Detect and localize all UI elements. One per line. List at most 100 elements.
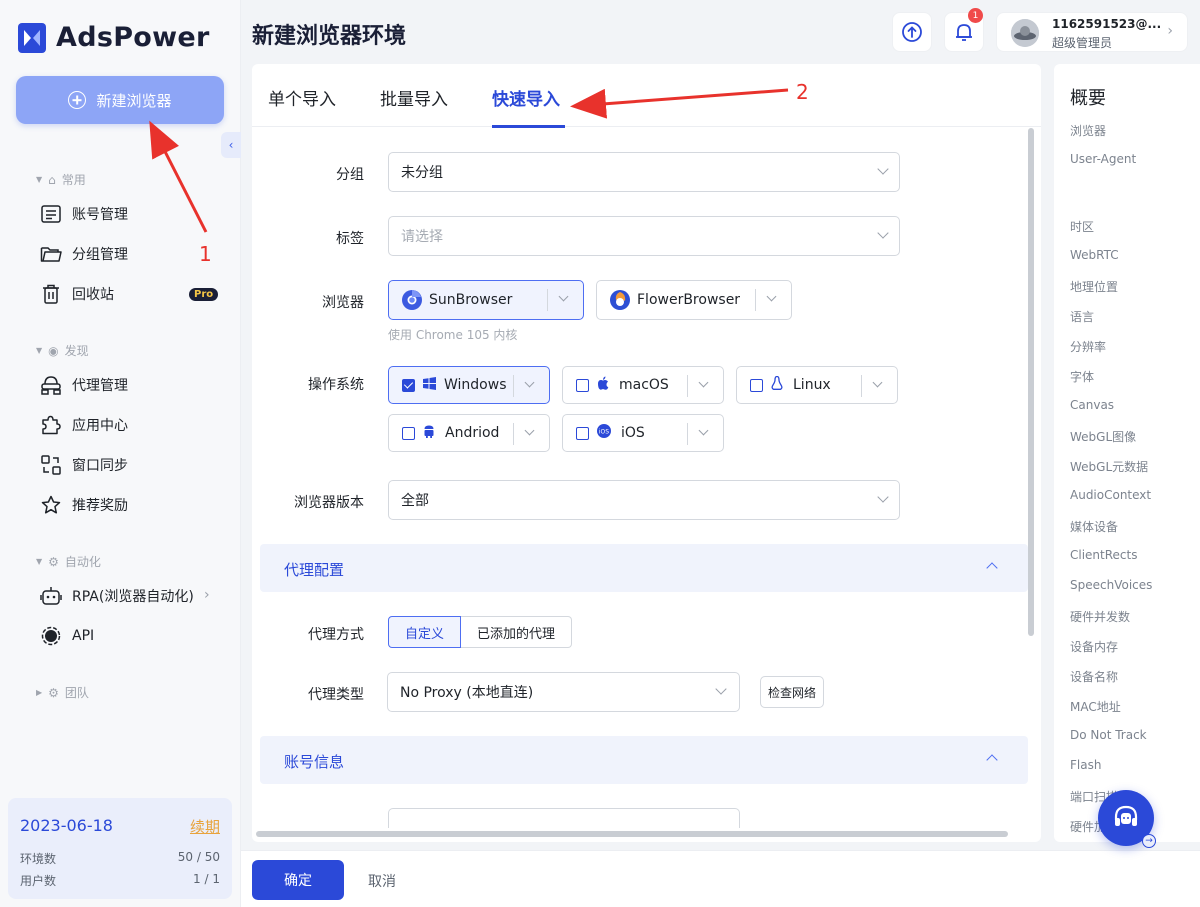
browser-version-select[interactable]: 全部 bbox=[388, 480, 900, 520]
chevron-right-icon: › bbox=[1167, 23, 1173, 39]
plus-circle-icon bbox=[68, 91, 87, 109]
checkbox-checked[interactable] bbox=[402, 378, 415, 392]
confirm-button[interactable]: 确定 bbox=[252, 860, 344, 900]
gear-icon: ⚙ bbox=[48, 685, 59, 700]
chevron-down-icon[interactable] bbox=[558, 291, 569, 302]
summary-item: ClientRects bbox=[1070, 548, 1138, 562]
sidebar: AdsPower 新建浏览器 ‹ ▼ ⌂ 常用 账号管理 分组管理 回收站 Pr… bbox=[0, 0, 241, 907]
notification-badge: 1 bbox=[968, 8, 983, 23]
vertical-scrollbar[interactable] bbox=[1028, 128, 1034, 636]
cancel-button[interactable]: 取消 bbox=[368, 871, 396, 891]
nav-accounts[interactable]: 账号管理 bbox=[40, 203, 128, 225]
account-field-partial[interactable] bbox=[388, 808, 740, 828]
section-automation[interactable]: ▼ ⚙ 自动化 bbox=[36, 553, 101, 570]
compass-icon: ◉ bbox=[48, 343, 59, 358]
nav-proxy[interactable]: 代理管理 bbox=[40, 374, 128, 396]
proxy-mode-toggle: 自定义 已添加的代理 bbox=[388, 616, 573, 648]
summary-item: 硬件并发数 bbox=[1070, 610, 1131, 624]
flowerbrowser-icon bbox=[610, 290, 630, 310]
nav-sync[interactable]: 窗口同步 bbox=[40, 454, 128, 476]
summary-item: User-Agent bbox=[1070, 152, 1137, 166]
chevron-down-icon[interactable] bbox=[766, 291, 777, 302]
checkbox[interactable] bbox=[576, 378, 589, 392]
user-menu[interactable]: 1162591523@... 超级管理员 › bbox=[996, 12, 1188, 52]
browser-label: 浏览器 bbox=[322, 295, 364, 311]
browser-core-hint: 使用 Chrome 105 内核 bbox=[388, 328, 518, 342]
annotation-number-1: 1 bbox=[199, 242, 212, 266]
summary-item: 分辨率 bbox=[1070, 340, 1107, 354]
proxy-mode-custom[interactable]: 自定义 bbox=[388, 616, 462, 648]
chevron-down-icon[interactable] bbox=[698, 377, 709, 388]
checkbox[interactable] bbox=[750, 378, 763, 392]
browser-option-sunbrowser[interactable]: SunBrowser bbox=[388, 280, 584, 320]
collapse-sidebar-button[interactable]: ‹ bbox=[221, 132, 241, 158]
os-option-windows[interactable]: Windows bbox=[388, 366, 550, 404]
os-option-ios[interactable]: iOS iOS bbox=[562, 414, 724, 452]
summary-item: 设备名称 bbox=[1070, 670, 1119, 684]
bell-icon bbox=[956, 24, 972, 41]
user-role: 超级管理员 bbox=[1052, 36, 1113, 50]
logo[interactable]: AdsPower bbox=[18, 22, 210, 53]
summary-panel: 概要 浏览器 User-Agent 时区 WebRTC 地理位置 语言 分辨率 … bbox=[1054, 64, 1200, 842]
chevron-up-icon[interactable] bbox=[986, 754, 998, 766]
notification-button[interactable]: 1 bbox=[944, 8, 984, 52]
tag-select[interactable]: 请选择 bbox=[388, 216, 900, 256]
nav-apps[interactable]: 应用中心 bbox=[40, 414, 128, 436]
summary-item: WebRTC bbox=[1070, 248, 1119, 262]
checkbox[interactable] bbox=[576, 426, 589, 440]
tag-label: 标签 bbox=[336, 231, 364, 247]
horizontal-scrollbar[interactable] bbox=[256, 831, 1008, 837]
browser-option-flowerbrowser[interactable]: FlowerBrowser bbox=[596, 280, 792, 320]
os-option-android[interactable]: Andriod bbox=[388, 414, 550, 452]
annotation-number-2: 2 bbox=[796, 80, 809, 104]
section-common[interactable]: ▼ ⌂ 常用 bbox=[36, 171, 86, 188]
chevron-up-icon[interactable] bbox=[986, 562, 998, 574]
nav-groups[interactable]: 分组管理 bbox=[40, 243, 128, 265]
summary-item: WebGL图像 bbox=[1070, 430, 1137, 444]
nav-rpa[interactable]: RPA(浏览器自动化) bbox=[40, 585, 194, 607]
tab-quick-import[interactable]: 快速导入 bbox=[492, 85, 560, 110]
proxy-type-select[interactable]: No Proxy (本地直连) bbox=[387, 672, 740, 712]
caret-down-icon: ▼ bbox=[36, 175, 43, 184]
os-label: 操作系统 bbox=[308, 377, 364, 393]
robot-arm-icon: ⚙ bbox=[48, 554, 59, 569]
subscription-card: 2023-06-18 续期 环境数 50 / 50 用户数 1 / 1 bbox=[8, 798, 232, 899]
svg-text:iOS: iOS bbox=[599, 428, 609, 435]
new-browser-button[interactable]: 新建浏览器 bbox=[16, 76, 224, 124]
windows-icon bbox=[423, 376, 436, 394]
account-info-section[interactable]: 账号信息 bbox=[260, 736, 1028, 784]
chevron-down-icon[interactable] bbox=[524, 377, 535, 388]
summary-item: 地理位置 bbox=[1070, 280, 1119, 294]
section-discover[interactable]: ▼ ◉ 发现 bbox=[36, 342, 89, 359]
group-label: 分组 bbox=[336, 167, 364, 183]
sunbrowser-icon bbox=[402, 290, 422, 310]
upload-button[interactable] bbox=[892, 12, 932, 52]
checkbox[interactable] bbox=[402, 426, 415, 440]
summary-item: Do Not Track bbox=[1070, 728, 1147, 742]
group-select[interactable]: 未分组 bbox=[388, 152, 900, 192]
nav-api[interactable]: API bbox=[40, 625, 94, 647]
folder-icon bbox=[40, 243, 62, 265]
tab-single-import[interactable]: 单个导入 bbox=[268, 85, 336, 110]
import-tabs: 单个导入 批量导入 快速导入 bbox=[252, 64, 1041, 128]
tab-batch-import[interactable]: 批量导入 bbox=[380, 85, 448, 110]
nav-trash[interactable]: 回收站 bbox=[40, 283, 114, 305]
proxy-mode-label: 代理方式 bbox=[308, 627, 364, 643]
check-network-button[interactable]: 检查网络 bbox=[760, 676, 825, 708]
chevron-down-icon[interactable] bbox=[524, 425, 535, 436]
chevron-down-icon[interactable] bbox=[872, 377, 883, 388]
account-list-icon bbox=[40, 203, 62, 225]
arrow-right-icon: → bbox=[1142, 834, 1156, 848]
support-chat-button[interactable]: → bbox=[1098, 790, 1156, 848]
nav-rewards[interactable]: 推荐奖励 bbox=[40, 494, 128, 516]
android-icon bbox=[423, 424, 435, 442]
summary-item: 媒体设备 bbox=[1070, 520, 1119, 534]
proxy-mode-saved[interactable]: 已添加的代理 bbox=[461, 616, 573, 648]
os-option-macos[interactable]: macOS bbox=[562, 366, 724, 404]
renew-link[interactable]: 续期 bbox=[190, 816, 220, 837]
page-title: 新建浏览器环境 bbox=[252, 24, 407, 49]
chevron-down-icon[interactable] bbox=[698, 425, 709, 436]
os-option-linux[interactable]: Linux bbox=[736, 366, 898, 404]
section-team[interactable]: ▶ ⚙ 团队 bbox=[36, 684, 89, 701]
proxy-config-section[interactable]: 代理配置 bbox=[260, 544, 1028, 592]
